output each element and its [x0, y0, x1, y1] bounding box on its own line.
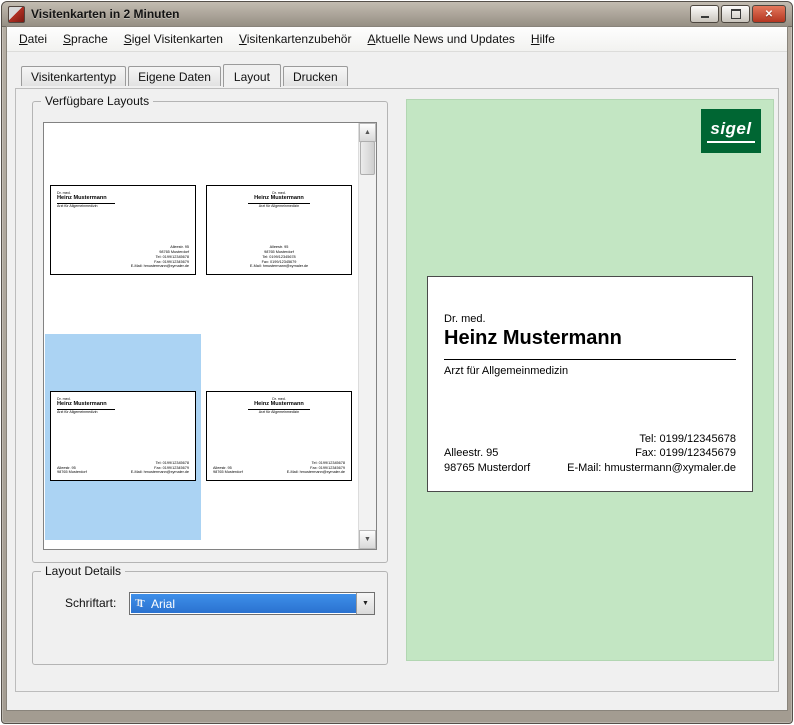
- thumbnail-card: Dr. med. Heinz Mustermann Arzt für Allge…: [206, 391, 352, 481]
- thumb-contact: Tel: 0199/12345678 Fax: 0199/12345679 E-…: [131, 461, 189, 475]
- menu-sigel-visitenkarten[interactable]: Sigel Visitenkarten: [116, 28, 231, 50]
- card-divider: [444, 359, 736, 360]
- tab-drucken[interactable]: Drucken: [283, 66, 348, 86]
- minimize-icon: [701, 16, 709, 18]
- card-title: Dr. med.: [444, 313, 486, 325]
- layout-thumbnail-1[interactable]: Dr. med. Heinz Mustermann Arzt für Allge…: [45, 128, 201, 334]
- app-window: Visitenkarten in 2 Minuten ✕ Datei Sprac…: [1, 1, 793, 724]
- font-label: Schriftart:: [65, 596, 116, 610]
- font-value: Arial: [151, 597, 175, 611]
- truetype-icon: T T: [134, 597, 147, 610]
- close-button[interactable]: ✕: [752, 5, 786, 23]
- combobox-dropdown-button[interactable]: ▼: [356, 593, 374, 614]
- thumb-profession: Arzt für Allgemeinmedizin: [213, 410, 345, 414]
- thumb-contact: Tel: 0199/12345678 Fax: 0199/12345679 E-…: [287, 461, 345, 475]
- window-controls: ✕: [690, 5, 786, 23]
- layout-thumbnail-4[interactable]: Dr. med. Heinz Mustermann Arzt für Allge…: [201, 334, 357, 540]
- layouts-groupbox: Verfügbare Layouts Dr. med. Heinz Muster…: [32, 101, 388, 563]
- chevron-down-icon: ▼: [362, 600, 369, 607]
- app-icon[interactable]: [8, 6, 25, 23]
- scroll-down-icon: ▼: [364, 536, 371, 543]
- layout-grid: Dr. med. Heinz Mustermann Arzt für Allge…: [45, 123, 358, 540]
- thumb-contact: Alleestr. 95 98765 Musterdorf Tel: 0199/…: [131, 245, 189, 269]
- thumb-name: Heinz Mustermann: [248, 401, 310, 410]
- layout-thumbnail-3-selected[interactable]: Dr. med. Heinz Mustermann Arzt für Allge…: [45, 334, 201, 540]
- thumb-contact: Alleestr. 95 98765 Musterdorf Tel: 0199/…: [250, 245, 308, 269]
- business-card-preview: Dr. med. Heinz Mustermann Arzt für Allge…: [427, 276, 753, 492]
- sigel-logo-text: sigel: [707, 119, 754, 143]
- thumb-profession: Arzt für Allgemeinmedizin: [57, 410, 189, 414]
- menu-datei[interactable]: Datei: [11, 28, 55, 50]
- card-address: Alleestr. 95 98765 Musterdorf: [444, 446, 530, 475]
- font-combobox[interactable]: T T Arial ▼: [129, 592, 375, 615]
- tab-eigene-daten[interactable]: Eigene Daten: [128, 66, 221, 86]
- thumbnail-card: Dr. med. Heinz Mustermann Arzt für Allge…: [50, 391, 196, 481]
- maximize-button[interactable]: [721, 5, 750, 23]
- menu-news-updates[interactable]: Aktuelle News und Updates: [359, 28, 522, 50]
- scroll-down-button[interactable]: ▼: [359, 530, 376, 549]
- scrollbar-thumb[interactable]: [360, 141, 375, 175]
- thumbnail-card: Dr. med. Heinz Mustermann Arzt für Allge…: [206, 185, 352, 275]
- thumb-address: Alleestr. 95 98765 Musterdorf: [213, 466, 243, 475]
- layout-list: Dr. med. Heinz Mustermann Arzt für Allge…: [43, 122, 377, 550]
- titlebar: Visitenkarten in 2 Minuten ✕: [2, 2, 792, 27]
- layout-thumbnail-2[interactable]: Dr. med. Heinz Mustermann Arzt für Allge…: [201, 128, 357, 334]
- minimize-button[interactable]: [690, 5, 719, 23]
- maximize-icon: [731, 9, 741, 19]
- close-icon: ✕: [765, 9, 773, 20]
- card-profession: Arzt für Allgemeinmedizin: [444, 365, 568, 377]
- window-title: Visitenkarten in 2 Minuten: [31, 7, 179, 21]
- thumb-name: Heinz Mustermann: [248, 195, 310, 204]
- menu-hilfe[interactable]: Hilfe: [523, 28, 563, 50]
- tab-bar: Visitenkartentyp Eigene Daten Layout Dru…: [21, 64, 350, 87]
- thumbnail-card: Dr. med. Heinz Mustermann Arzt für Allge…: [50, 185, 196, 275]
- tab-panel-layout: Verfügbare Layouts Dr. med. Heinz Muster…: [15, 88, 779, 692]
- tab-layout[interactable]: Layout: [223, 64, 281, 87]
- vertical-scrollbar[interactable]: ▲ ▼: [358, 123, 376, 549]
- sigel-logo: sigel: [701, 109, 761, 153]
- scroll-up-button[interactable]: ▲: [359, 123, 376, 142]
- details-group-title: Layout Details: [41, 564, 125, 578]
- menu-bar: Datei Sprache Sigel Visitenkarten Visite…: [7, 27, 787, 52]
- font-selected-value: T T Arial: [131, 594, 356, 613]
- card-contact: Tel: 0199/12345678 Fax: 0199/12345679 E-…: [567, 432, 736, 475]
- scroll-up-icon: ▲: [364, 129, 371, 136]
- thumb-name: Heinz Mustermann: [57, 401, 115, 410]
- content-area: Visitenkartentyp Eigene Daten Layout Dru…: [7, 52, 787, 710]
- details-groupbox: Layout Details Schriftart: T T Arial ▼: [32, 571, 388, 665]
- thumb-profession: Arzt für Allgemeinmedizin: [213, 204, 345, 208]
- menu-sprache[interactable]: Sprache: [55, 28, 116, 50]
- thumb-profession: Arzt für Allgemeinmedizin: [57, 204, 189, 208]
- card-preview-pane: sigel Dr. med. Heinz Mustermann Arzt für…: [406, 99, 774, 661]
- card-name: Heinz Mustermann: [444, 327, 622, 350]
- thumb-name: Heinz Mustermann: [57, 195, 115, 204]
- menu-visitenkartenzubehoer[interactable]: Visitenkartenzubehör: [231, 28, 360, 50]
- tab-visitenkartentyp[interactable]: Visitenkartentyp: [21, 66, 126, 86]
- client-area: Datei Sprache Sigel Visitenkarten Visite…: [6, 26, 788, 711]
- layouts-group-title: Verfügbare Layouts: [41, 94, 153, 108]
- thumb-address: Alleestr. 95 98765 Musterdorf: [57, 466, 87, 475]
